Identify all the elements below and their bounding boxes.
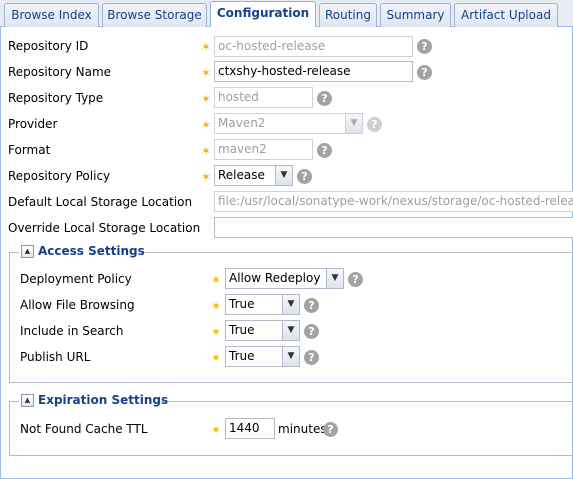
required-star-icon: ✶ — [201, 66, 212, 80]
repository-name-label: Repository Name — [8, 65, 112, 79]
repository-type-label: Repository Type — [8, 91, 104, 105]
repository-type-field: hosted — [214, 87, 313, 108]
allow-file-browsing-select[interactable]: True ▼ — [225, 294, 300, 315]
tab-summary[interactable]: Summary — [380, 3, 451, 27]
help-icon[interactable]: ? — [304, 350, 319, 365]
allow-file-browsing-value: True — [229, 297, 255, 311]
format-label: Format — [8, 143, 51, 157]
repository-id-label: Repository ID — [8, 39, 89, 53]
repository-policy-select[interactable]: Release ▼ — [214, 165, 293, 186]
chevron-down-icon[interactable]: ▼ — [326, 269, 343, 288]
override-storage-input[interactable] — [214, 217, 573, 238]
help-icon[interactable]: ? — [317, 143, 332, 158]
publish-url-select[interactable]: True ▼ — [225, 346, 300, 367]
include-in-search-label: Include in Search — [20, 324, 124, 338]
chevron-up-icon[interactable]: ▲ — [21, 245, 34, 258]
required-star-icon: ✶ — [211, 325, 222, 339]
publish-url-label: Publish URL — [20, 350, 91, 364]
required-star-icon: ✶ — [201, 40, 212, 54]
help-icon[interactable]: ? — [417, 39, 432, 54]
help-icon[interactable]: ? — [323, 422, 338, 437]
required-star-icon: ✶ — [201, 170, 212, 184]
provider-select-value: Maven2 — [218, 116, 266, 130]
allow-file-browsing-label: Allow File Browsing — [20, 298, 135, 312]
required-star-icon: ✶ — [211, 423, 222, 437]
provider-label: Provider — [8, 117, 58, 131]
required-star-icon: ✶ — [201, 144, 212, 158]
include-in-search-select[interactable]: True ▼ — [225, 320, 300, 341]
deployment-policy-label: Deployment Policy — [20, 272, 132, 286]
required-star-icon: ✶ — [201, 118, 212, 132]
repository-id-field: oc-hosted-release — [214, 36, 413, 57]
tab-artifact-upload[interactable]: Artifact Upload — [454, 3, 558, 27]
not-found-cache-ttl-label: Not Found Cache TTL — [20, 422, 148, 436]
tab-bar: Browse Index Browse Storage Configuratio… — [0, 0, 573, 28]
configuration-panel: Repository ID ✶ oc-hosted-release ? Repo… — [0, 27, 573, 479]
repository-policy-label: Repository Policy — [8, 169, 111, 183]
override-storage-label: Override Local Storage Location — [8, 221, 201, 235]
provider-select: Maven2 ▼ — [214, 113, 363, 134]
chevron-down-icon[interactable]: ▼ — [282, 347, 299, 366]
tab-configuration[interactable]: Configuration — [210, 1, 316, 28]
tab-browse-index[interactable]: Browse Index — [4, 3, 99, 27]
chevron-down-icon[interactable]: ▼ — [275, 166, 292, 185]
deployment-policy-select[interactable]: Allow Redeploy ▼ — [225, 268, 344, 289]
help-icon[interactable]: ? — [417, 65, 432, 80]
access-settings-title: Access Settings — [38, 244, 145, 258]
help-icon[interactable]: ? — [304, 298, 319, 313]
required-star-icon: ✶ — [211, 273, 222, 287]
tab-routing[interactable]: Routing — [319, 3, 377, 27]
repository-policy-value: Release — [218, 168, 265, 182]
access-settings-legend: ▲ Access Settings — [19, 244, 145, 260]
deployment-policy-value: Allow Redeploy — [229, 271, 321, 285]
format-field: maven2 — [214, 139, 313, 160]
tab-browse-storage[interactable]: Browse Storage — [102, 3, 207, 27]
chevron-down-icon: ▼ — [345, 114, 362, 133]
default-storage-field: file:/usr/local/sonatype-work/nexus/stor… — [214, 191, 573, 212]
help-icon[interactable]: ? — [304, 324, 319, 339]
include-in-search-value: True — [229, 323, 255, 337]
required-star-icon: ✶ — [211, 299, 222, 313]
help-icon[interactable]: ? — [348, 272, 363, 287]
default-storage-label: Default Local Storage Location — [8, 195, 193, 209]
chevron-down-icon[interactable]: ▼ — [282, 295, 299, 314]
publish-url-value: True — [229, 349, 255, 363]
help-icon[interactable]: ? — [367, 117, 382, 132]
minutes-unit-label: minutes — [278, 422, 327, 436]
chevron-up-icon[interactable]: ▲ — [21, 394, 34, 407]
not-found-cache-ttl-input[interactable]: 1440 — [225, 418, 275, 439]
repository-name-input[interactable]: ctxshy-hosted-release — [214, 61, 413, 82]
help-icon[interactable]: ? — [297, 169, 312, 184]
required-star-icon: ✶ — [201, 92, 212, 106]
expiration-settings-title: Expiration Settings — [38, 393, 169, 407]
required-star-icon: ✶ — [211, 351, 222, 365]
expiration-settings-legend: ▲ Expiration Settings — [19, 393, 168, 409]
chevron-down-icon[interactable]: ▼ — [282, 321, 299, 340]
help-icon[interactable]: ? — [317, 91, 332, 106]
